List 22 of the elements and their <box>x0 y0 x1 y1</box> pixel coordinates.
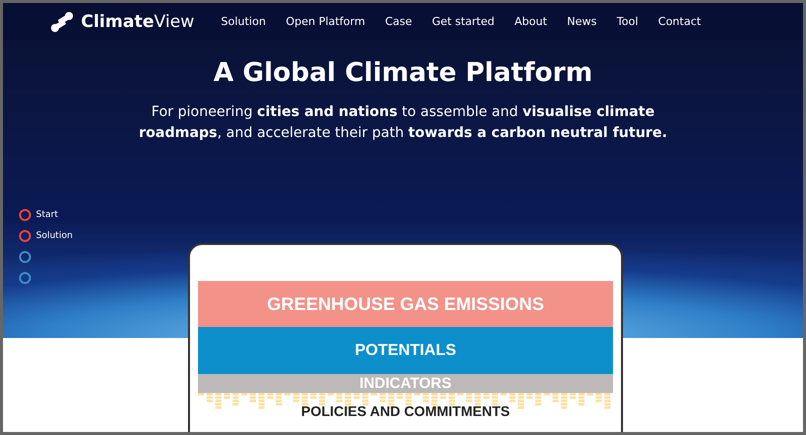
hero-subtitle: For pioneering cities and nations to assemble and visualise climate roadmaps, and accelerate their path towards a carbon neutral future. <box>138 103 668 143</box>
nav-link[interactable]: Open Platform <box>286 15 366 28</box>
section-link[interactable]: Start <box>36 210 58 220</box>
section-dot-icon[interactable] <box>19 230 31 242</box>
layer-band: INDICATORS <box>198 374 613 393</box>
section-dot-icon[interactable] <box>19 208 31 220</box>
hero-title: A Global Climate Platform <box>213 58 593 88</box>
logo-icon <box>49 10 75 32</box>
nav-link[interactable]: Get started <box>432 15 494 28</box>
layer-band: POTENTIALS <box>198 327 613 374</box>
brand-logo-link[interactable]: ClimateView <box>81 12 194 32</box>
nav-link[interactable]: Tool <box>616 15 638 28</box>
nav-link[interactable]: News <box>567 15 597 28</box>
section-link[interactable]: Solution <box>36 230 73 240</box>
nav-link[interactable]: About <box>514 15 548 28</box>
nav-link[interactable]: Case <box>385 15 412 28</box>
layer-band: GREENHOUSE GAS EMISSIONS <box>198 281 613 327</box>
nav-link[interactable]: Solution <box>221 15 266 28</box>
layer-title: POLICIES AND COMMITMENTS <box>300 403 511 419</box>
section-dot-icon[interactable] <box>19 272 31 284</box>
nav-link[interactable]: Contact <box>658 15 701 28</box>
section-dot-icon[interactable] <box>19 250 31 262</box>
